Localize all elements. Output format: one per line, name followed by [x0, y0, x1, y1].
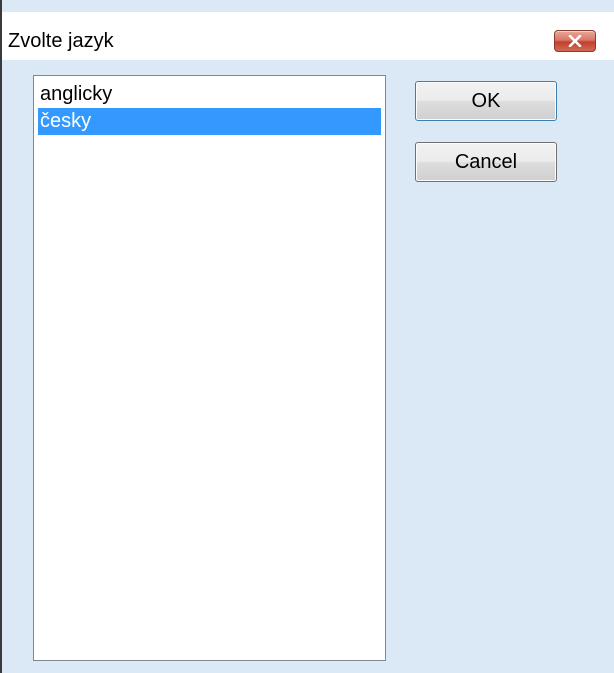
close-button[interactable]	[554, 30, 596, 52]
close-icon	[568, 35, 582, 47]
list-item-cesky[interactable]: česky	[38, 108, 381, 135]
dialog-title: Zvolte jazyk	[8, 30, 114, 52]
ok-button[interactable]: OK	[415, 81, 557, 121]
language-listbox[interactable]: anglicky česky	[33, 75, 386, 661]
title-bar[interactable]: Zvolte jazyk	[2, 12, 614, 60]
list-item-anglicky[interactable]: anglicky	[38, 81, 381, 108]
cancel-button[interactable]: Cancel	[415, 142, 557, 182]
language-dialog: Zvolte jazyk anglicky česky OK Cancel	[0, 0, 614, 673]
